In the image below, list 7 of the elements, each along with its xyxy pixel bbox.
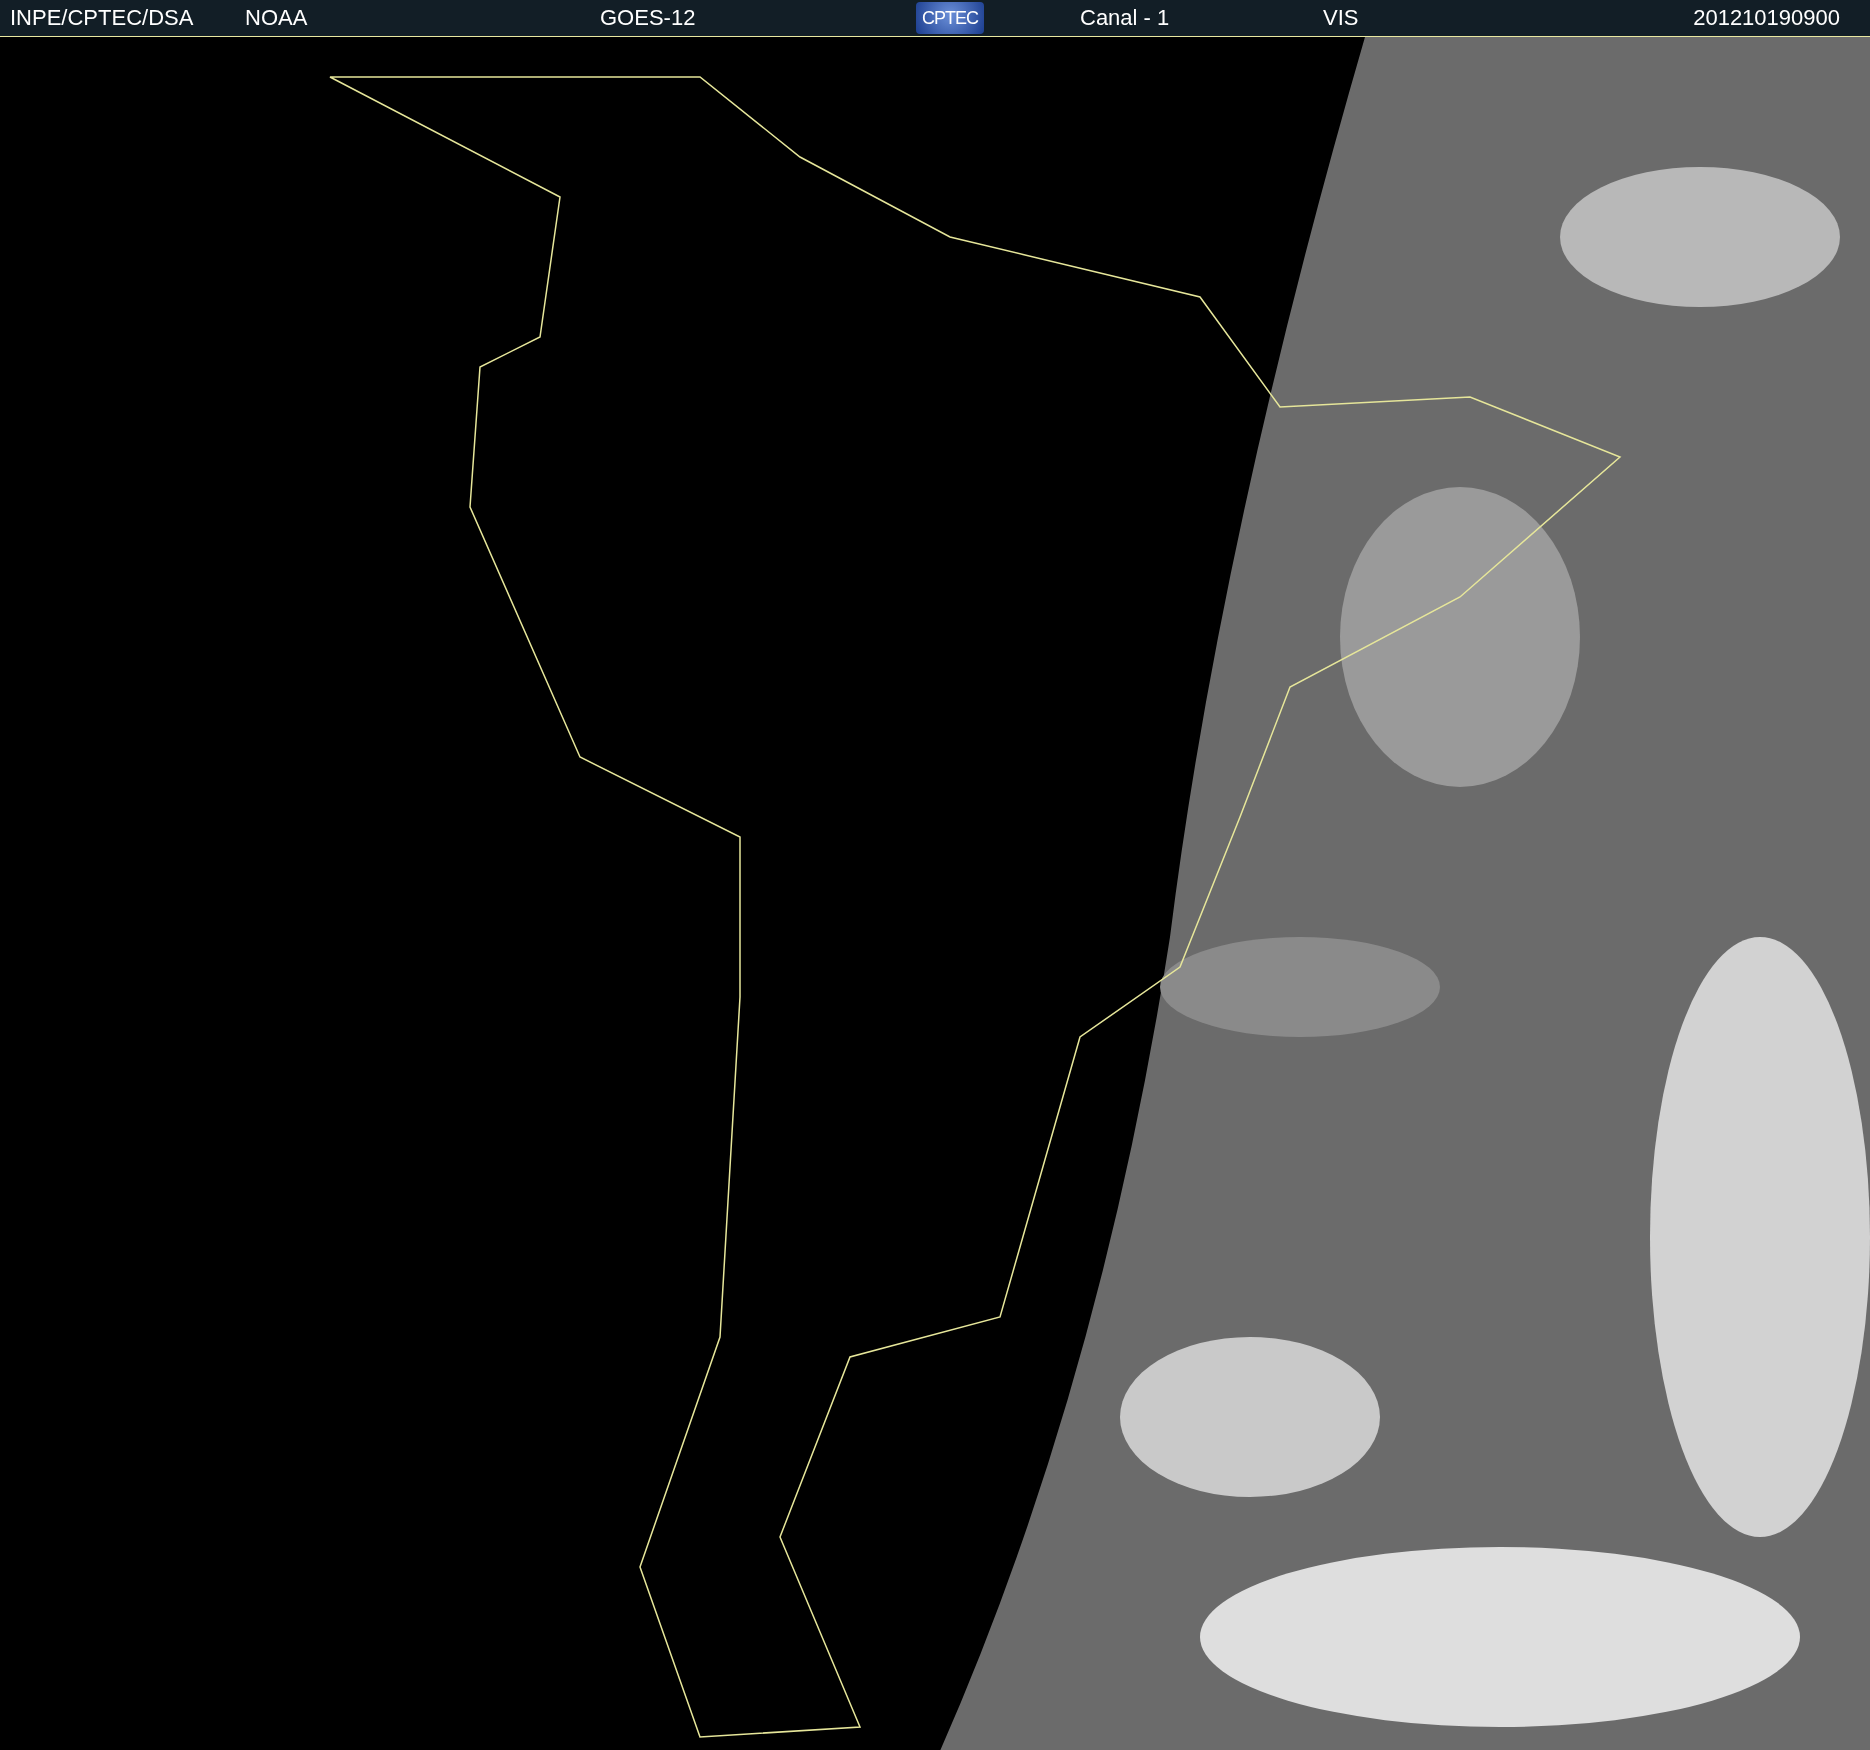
timestamp: 201210190900 [1693,5,1840,31]
logo: CPTEC [916,2,984,34]
header-label: NOAA [245,5,309,31]
header-label: INPE/CPTEC/DSA [10,5,195,31]
header-label: GOES-12 [600,5,697,31]
band-label: VIS [1323,5,1360,31]
channel-label: Canal - 1 [1080,5,1171,31]
